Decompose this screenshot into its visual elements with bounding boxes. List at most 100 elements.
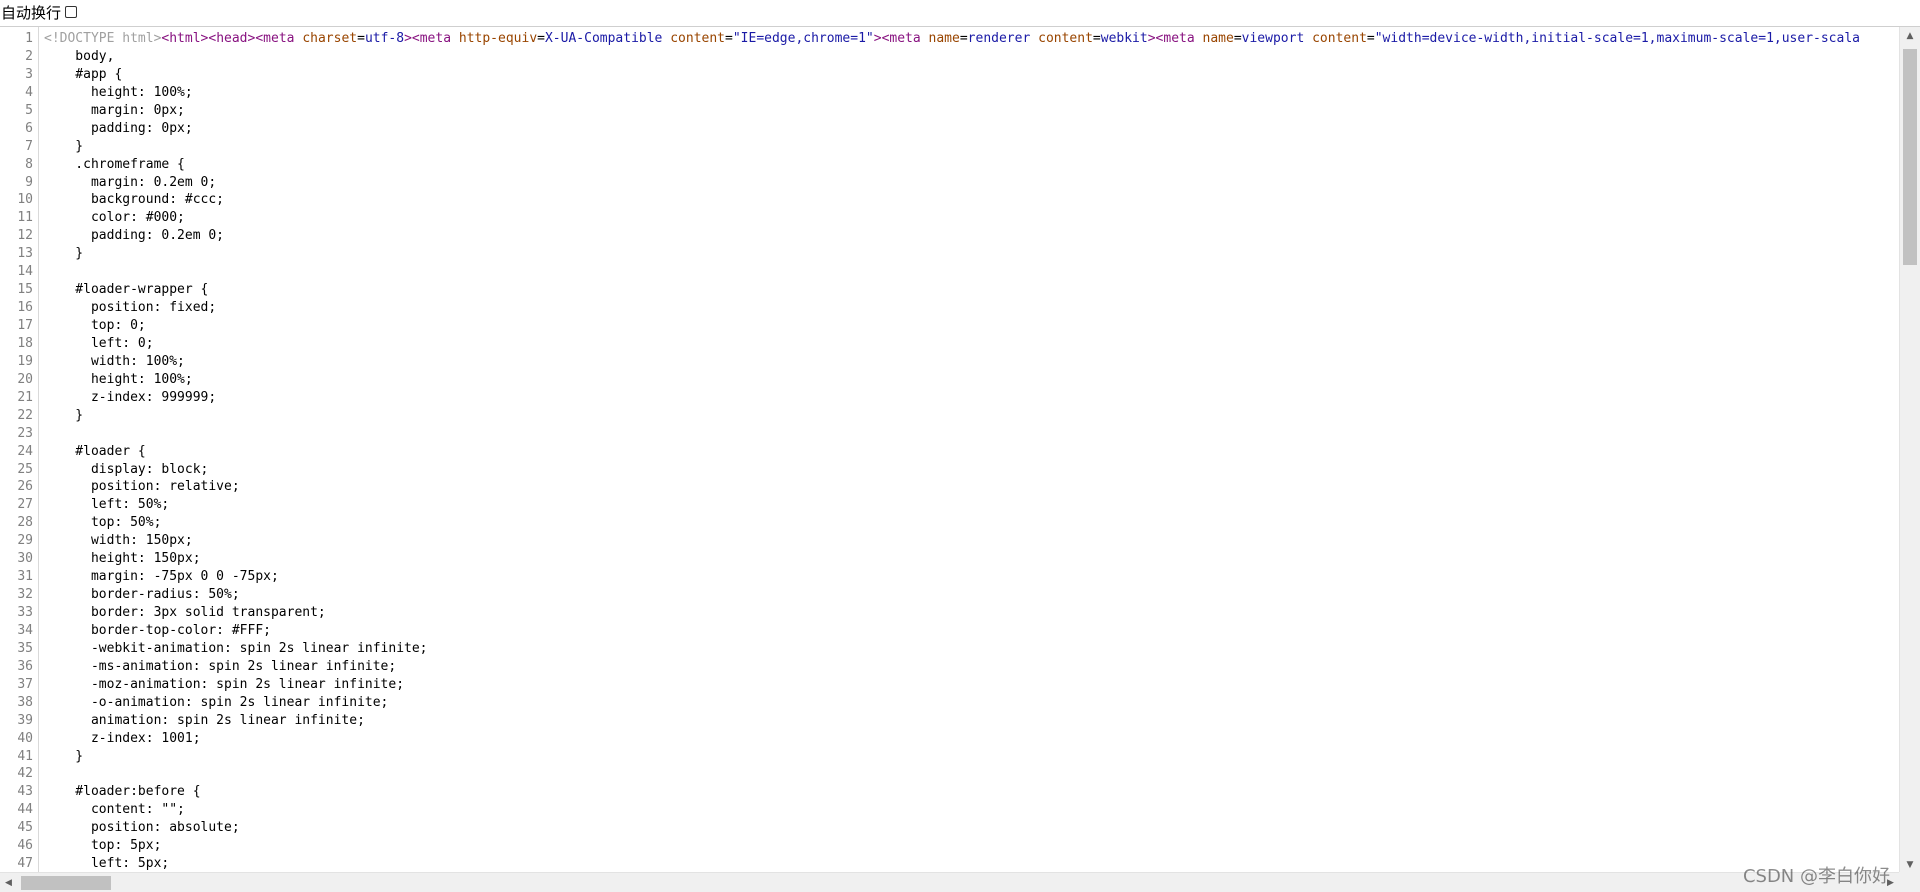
- line-number: 1: [25, 31, 33, 46]
- line-number: 8: [25, 156, 33, 172]
- code-line: 12 padding: 0.2em 0;: [0, 227, 1899, 245]
- code-line: 27 left: 50%;: [0, 496, 1899, 514]
- line-text: color: #000;: [44, 209, 185, 227]
- line-text: left: 50%;: [44, 496, 169, 514]
- line-number: 44: [17, 802, 33, 818]
- code-line: 8 .chromeframe {: [0, 156, 1899, 174]
- code-token: height: 100%;: [44, 84, 193, 100]
- code-token: >: [1147, 31, 1156, 46]
- code-token: content: "";: [44, 802, 185, 818]
- line-number: 43: [17, 784, 33, 800]
- line-number: 27: [17, 497, 33, 513]
- line-number: 23: [17, 425, 33, 441]
- line-text: #app {: [44, 66, 122, 84]
- line-text: display: block;: [44, 461, 208, 479]
- code-token: content: [1038, 31, 1093, 46]
- code-token: border-top-color: #FFF;: [44, 622, 271, 638]
- line-text: }: [44, 245, 83, 263]
- code-token: width: 150px;: [44, 533, 193, 549]
- line-text: margin: 0.2em 0;: [44, 174, 216, 192]
- line-number: 24: [17, 443, 33, 459]
- line-text: border-top-color: #FFF;: [44, 622, 271, 640]
- code-token: =: [1092, 31, 1101, 46]
- code-token: z-index: 999999;: [44, 389, 217, 405]
- code-line: 16 position: fixed;: [0, 299, 1899, 317]
- code-token: margin: 0px;: [44, 102, 185, 118]
- line-text: left: 0;: [44, 335, 154, 353]
- line-number: 41: [17, 748, 33, 764]
- code-token: <meta: [881, 31, 929, 46]
- code-line: 10 background: #ccc;: [0, 191, 1899, 209]
- line-number: 32: [17, 587, 33, 603]
- code-token: left: 50%;: [44, 497, 170, 513]
- code-line: 45 position: absolute;: [0, 819, 1899, 837]
- line-number: 19: [17, 353, 33, 369]
- code-token: =: [1233, 31, 1242, 46]
- code-token: }: [44, 407, 84, 423]
- line-text: }: [44, 748, 83, 766]
- scroll-down-icon[interactable]: ▼: [1900, 856, 1920, 873]
- code-token: animation: spin 2s linear infinite;: [44, 712, 365, 728]
- code-line: 9 margin: 0.2em 0;: [0, 174, 1899, 192]
- code-token: border-radius: 50%;: [44, 587, 240, 603]
- code-token: -o-animation: spin 2s linear infinite;: [44, 694, 389, 710]
- code-token: margin: 0.2em 0;: [44, 174, 217, 190]
- line-text: }: [44, 138, 83, 156]
- code-token: >: [404, 31, 412, 46]
- line-number: 39: [17, 712, 33, 728]
- code-token: X-UA-Compatible: [544, 31, 663, 46]
- code-line: 1 <!DOCTYPE html><html><head><meta charse…: [0, 30, 1899, 48]
- word-wrap-checkbox[interactable]: [65, 6, 78, 18]
- code-token: >: [873, 31, 882, 46]
- code-token: z-index: 1001;: [44, 730, 201, 746]
- code-line: 32 border-radius: 50%;: [0, 586, 1899, 604]
- code-line: 4 height: 100%;: [0, 84, 1899, 102]
- code-token: margin: -75px 0 0 -75px;: [44, 569, 279, 585]
- line-number: 37: [17, 676, 33, 692]
- code-token: width: 100%;: [44, 353, 185, 369]
- watermark: CSDN @李白你好: [1742, 866, 1890, 887]
- line-number: 4: [25, 84, 33, 100]
- code-token: "width=device-width,initial-scale=1,maxi…: [1374, 31, 1860, 46]
- code-token: #loader-wrapper {: [44, 282, 209, 298]
- code-token: padding: 0.2em 0;: [44, 228, 225, 244]
- horizontal-scrollbar[interactable]: ◀ ▶: [0, 872, 1899, 892]
- line-text: -o-animation: spin 2s linear infinite;: [44, 694, 388, 712]
- scroll-up-icon[interactable]: ▲: [1900, 27, 1920, 44]
- code-line: 35 -webkit-animation: spin 2s linear inf…: [0, 640, 1899, 658]
- code-line: 13 }: [0, 245, 1899, 263]
- horizontal-scroll-thumb[interactable]: [21, 876, 111, 890]
- code-token: <meta: [411, 31, 459, 46]
- code-line: 6 padding: 0px;: [0, 120, 1899, 138]
- code-token: -ms-animation: spin 2s linear infinite;: [44, 658, 397, 674]
- line-number: 16: [17, 300, 33, 316]
- code-line: 41 }: [0, 748, 1899, 766]
- line-number: 2: [25, 48, 33, 64]
- line-text: padding: 0.2em 0;: [44, 227, 224, 245]
- code-line: 25 display: block;: [0, 461, 1899, 479]
- scroll-left-icon[interactable]: ◀: [0, 873, 17, 892]
- line-number: 18: [17, 335, 33, 351]
- vertical-scroll-thumb[interactable]: [1903, 49, 1917, 265]
- line-text: width: 150px;: [44, 532, 193, 550]
- code-token: background: #ccc;: [44, 192, 225, 208]
- line-text: top: 50%;: [44, 514, 161, 532]
- code-token: height: 150px;: [44, 551, 201, 567]
- code-token: body,: [44, 48, 115, 64]
- code-token: position: relative;: [44, 479, 240, 495]
- word-wrap-label: 自动换行: [1, 3, 62, 22]
- code-token: name: [1202, 31, 1234, 46]
- line-text: width: 100%;: [44, 353, 185, 371]
- code-token: utf-8: [364, 31, 405, 46]
- line-text: #loader:before {: [44, 783, 201, 801]
- line-number: 38: [17, 694, 33, 710]
- vertical-scrollbar[interactable]: ▲ ▼: [1899, 27, 1920, 873]
- line-number: 13: [17, 246, 33, 262]
- code-token: -moz-animation: spin 2s linear infinite;: [44, 676, 405, 692]
- line-text: z-index: 1001;: [44, 730, 201, 748]
- line-text: height: 100%;: [44, 84, 193, 102]
- line-number: 17: [17, 318, 33, 333]
- code-token: #loader:before {: [44, 784, 201, 800]
- line-text: -webkit-animation: spin 2s linear infini…: [44, 640, 428, 658]
